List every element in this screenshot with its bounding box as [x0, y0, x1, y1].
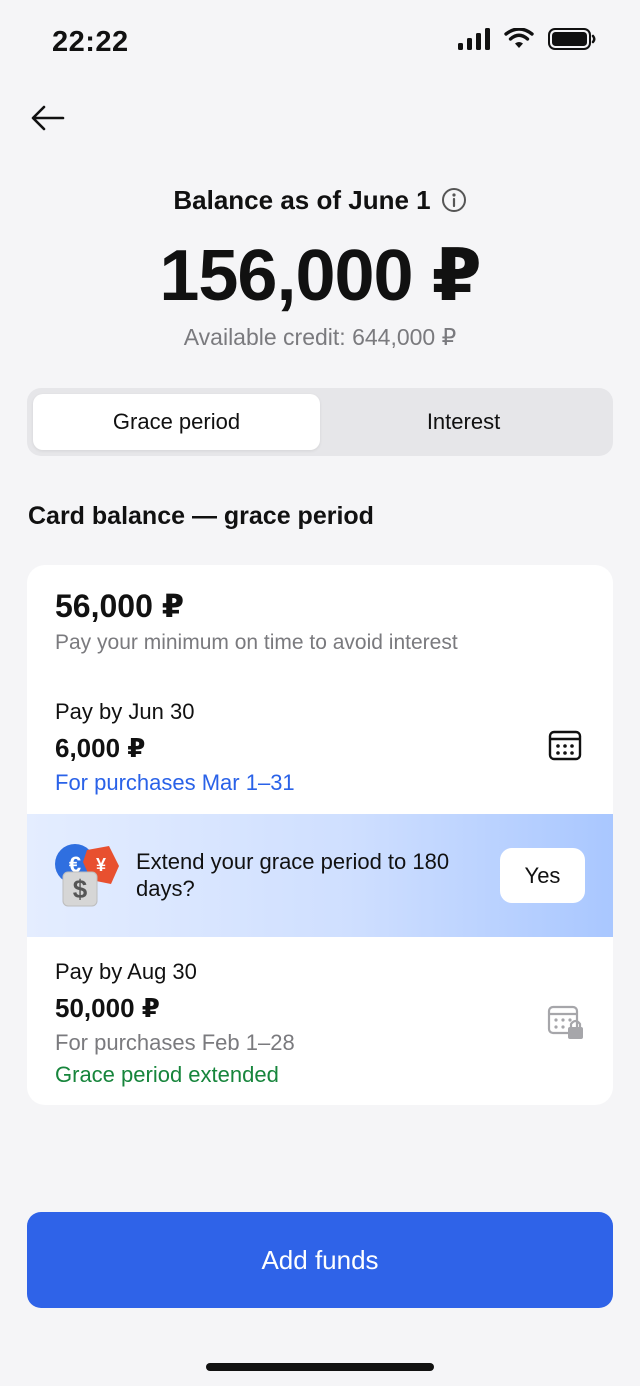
extend-grace-promo: € ¥ $ Extend your grace period to 180 da…	[27, 814, 613, 937]
purchases-link[interactable]: For purchases Mar 1–31	[55, 770, 295, 796]
grace-extended-status: Grace period extended	[55, 1062, 279, 1087]
payment-amount: 50,000 ₽	[55, 993, 160, 1023]
info-icon[interactable]	[441, 187, 467, 213]
calendar-icon[interactable]	[547, 727, 583, 763]
balance-amount: 156,000 ₽	[159, 236, 481, 316]
status-time: 22:22	[52, 26, 129, 58]
available-credit: Available credit: 644,000 ₽	[183, 324, 457, 350]
svg-text:$: $	[73, 874, 88, 904]
calendar-locked-icon	[547, 1005, 583, 1039]
card-subtitle: Pay your minimum on time to avoid intere…	[55, 631, 458, 654]
tab-grace-period[interactable]: Grace period	[33, 394, 320, 450]
back-button[interactable]	[24, 96, 72, 140]
status-icons	[458, 28, 596, 50]
add-funds-button[interactable]: Add funds	[27, 1212, 613, 1308]
battery-icon	[548, 28, 596, 50]
card-total: 56,000 ₽	[55, 588, 185, 624]
payment-amount: 6,000 ₽	[55, 733, 146, 763]
payment-due-label: Pay by Jun 30	[55, 699, 195, 724]
payment-due-label: Pay by Aug 30	[55, 959, 197, 984]
balance-label-row: Balance as of June 1	[0, 180, 640, 220]
tab-bar: Grace period Interest	[27, 388, 613, 456]
section-title: Card balance — grace period	[28, 502, 374, 530]
grace-period-card: 56,000 ₽ Pay your minimum on time to avo…	[27, 565, 613, 1105]
purchases-note: For purchases Feb 1–28	[55, 1030, 295, 1055]
payment-item-jun: Pay by Jun 30 6,000 ₽ For purchases Mar …	[55, 699, 295, 796]
home-indicator	[206, 1363, 434, 1371]
wifi-icon	[504, 28, 534, 48]
balance-header: Balance as of June 1 156,000 ₽ Available…	[0, 180, 640, 351]
arrow-left-icon	[31, 105, 65, 131]
promo-text: Extend your grace period to 180 days?	[136, 849, 450, 901]
signal-icon	[458, 28, 490, 50]
payment-item-aug: Pay by Aug 30 50,000 ₽ For purchases Feb…	[55, 959, 295, 1088]
balance-label: Balance as of June 1	[173, 184, 431, 215]
svg-text:¥: ¥	[96, 855, 106, 875]
tab-interest[interactable]: Interest	[320, 394, 607, 450]
currency-exchange-icon: € ¥ $	[55, 844, 119, 907]
yes-button[interactable]: Yes	[500, 848, 585, 903]
status-bar: 22:22	[0, 0, 640, 88]
